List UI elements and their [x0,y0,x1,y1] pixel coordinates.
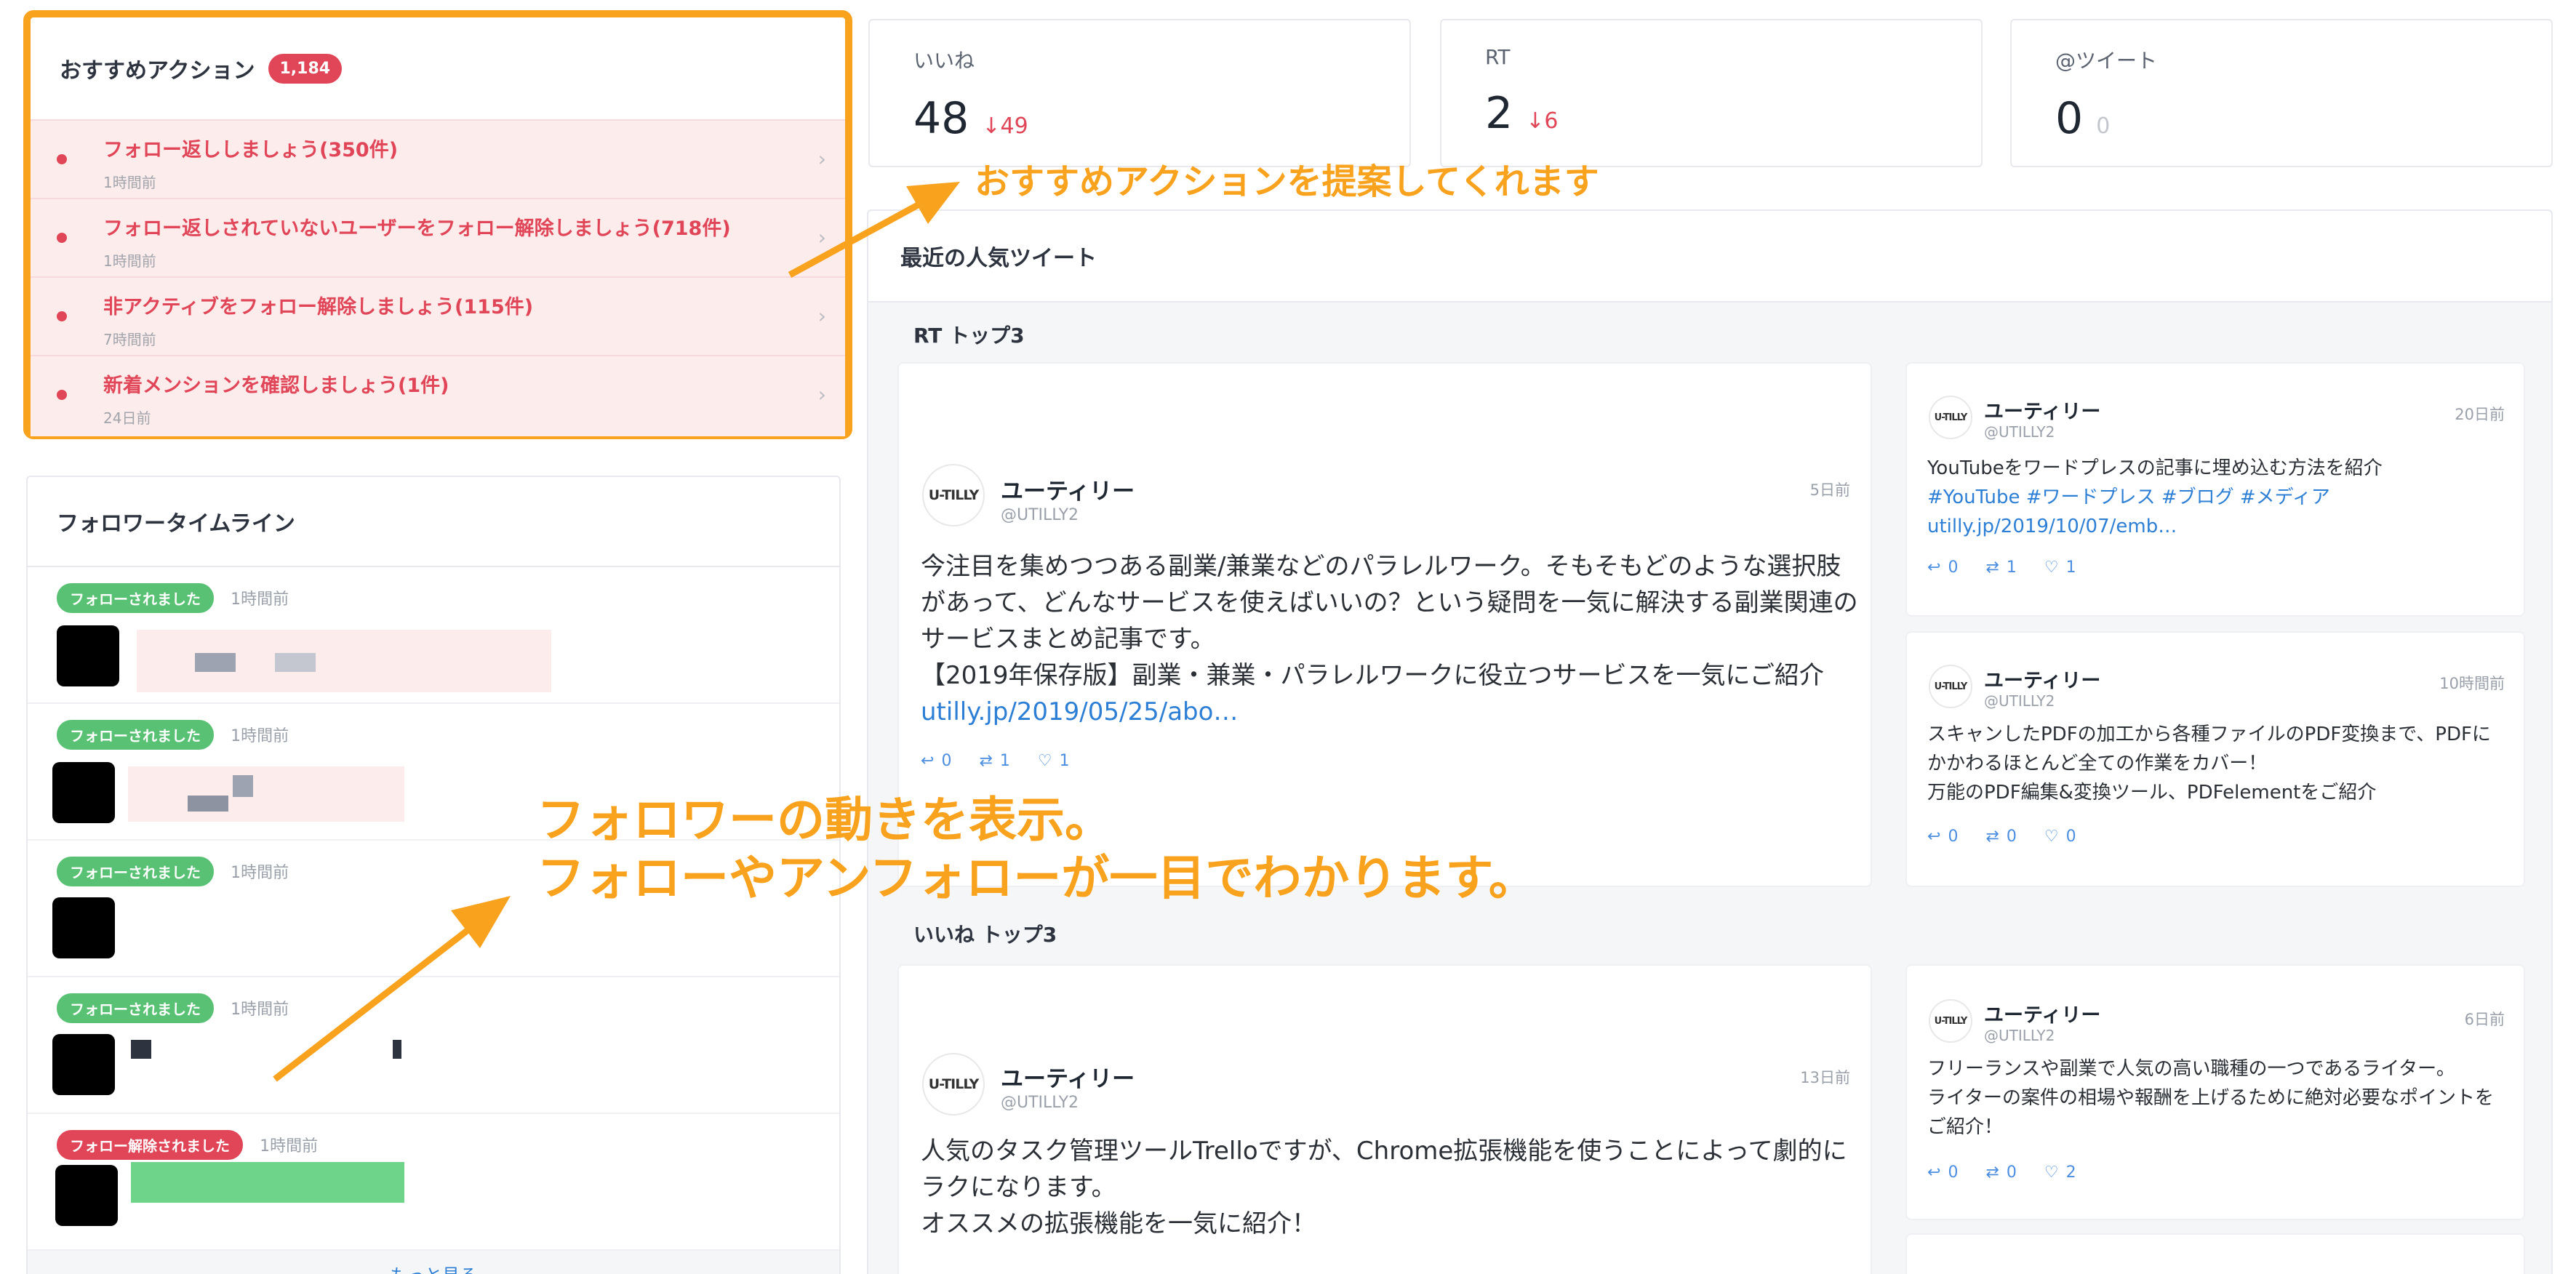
annotation-timeline-1: フォロワーの動きを表示。 [537,792,1113,848]
arrow-head [451,896,511,948]
annotation-recommend: おすすめアクションを提案してくれます [975,161,1599,202]
annotation-timeline-2: フォローやアンフォローが一目でわかります。 [537,850,1537,906]
arrow-line [788,202,920,278]
arrow-head [906,182,960,224]
arrow-line [273,928,469,1082]
